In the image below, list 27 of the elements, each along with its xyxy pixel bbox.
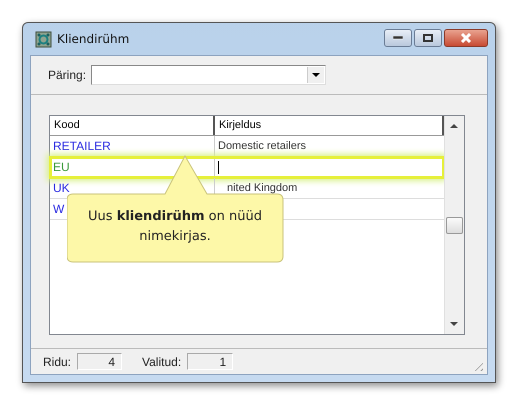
status-label: Ridu:	[43, 354, 72, 368]
table-cell: nited Kingdom	[227, 182, 298, 194]
maximize-icon	[423, 34, 433, 42]
table-cell: UK	[53, 181, 70, 195]
maximize-button[interactable]	[414, 29, 442, 47]
table-cell: RETAILER	[53, 139, 111, 153]
selected-row[interactable]: EU	[50, 157, 444, 178]
status-value: 1	[187, 353, 234, 370]
table-cell: W	[53, 202, 64, 216]
scroll-thumb[interactable]	[446, 217, 463, 234]
close-button[interactable]	[444, 29, 488, 47]
status-label: Valitud:	[142, 354, 182, 368]
status-value: 4	[77, 353, 122, 370]
query-label: Päring:	[48, 68, 86, 82]
scroll-down-icon[interactable]	[450, 322, 458, 326]
app-icon	[35, 30, 52, 48]
scroll-up-icon[interactable]	[450, 124, 458, 128]
minimize-button[interactable]	[384, 29, 412, 47]
dropdown-arrow-icon[interactable]	[312, 73, 320, 77]
column-header[interactable]: Kood	[50, 116, 215, 135]
callout-text: Uus kliendirühm on nüüd nimekirjas.	[87, 208, 263, 246]
close-icon	[460, 33, 472, 43]
table-cell: Domestic retailers	[218, 140, 306, 152]
window-title: Kliendirühm	[57, 32, 130, 46]
table-cell: EU	[53, 160, 70, 174]
scrollbar[interactable]	[444, 116, 464, 334]
minimize-icon	[393, 36, 403, 40]
